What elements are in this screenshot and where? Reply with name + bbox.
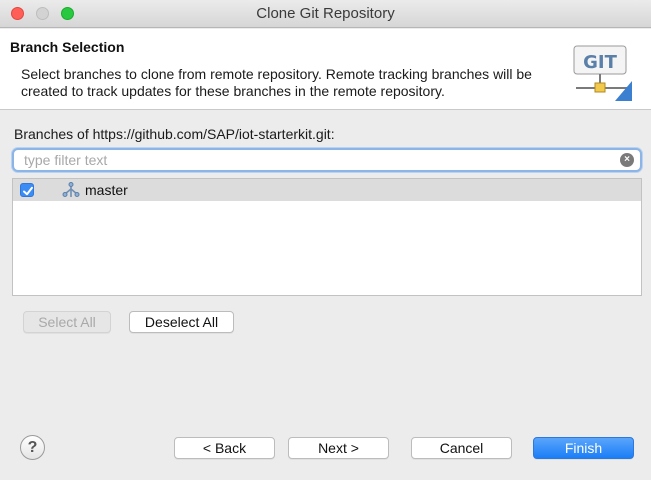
cancel-button[interactable]: Cancel [411, 437, 512, 459]
wizard-banner: Branch Selection Select branches to clon… [0, 29, 651, 110]
branch-label: master [85, 182, 128, 198]
next-button[interactable]: Next > [288, 437, 389, 459]
branches-label: Branches of https://github.com/SAP/iot-s… [14, 126, 335, 142]
deselect-all-button[interactable]: Deselect All [129, 311, 234, 333]
filter-field[interactable]: × [12, 148, 642, 172]
clear-filter-icon[interactable]: × [620, 153, 634, 167]
checkmark-icon [23, 186, 33, 196]
git-logo-text: GIT [583, 52, 617, 73]
title-bar[interactable]: Clone Git Repository [0, 0, 651, 28]
page-title: Branch Selection [10, 39, 125, 55]
filter-input[interactable] [24, 151, 614, 169]
branch-checkbox[interactable] [20, 183, 34, 197]
select-all-button[interactable]: Select All [23, 311, 111, 333]
branch-list[interactable]: master [12, 178, 642, 296]
window-title: Clone Git Repository [256, 5, 395, 22]
back-button[interactable]: < Back [174, 437, 275, 459]
page-description: Select branches to clone from remote rep… [21, 66, 532, 99]
finish-button[interactable]: Finish [533, 437, 634, 459]
branch-icon [62, 182, 80, 197]
git-logo-icon: GIT [573, 45, 632, 101]
help-icon[interactable]: ? [20, 435, 45, 460]
list-item[interactable]: master [13, 179, 641, 201]
dialog-window: Clone Git Repository Branch Selection Se… [0, 0, 651, 480]
